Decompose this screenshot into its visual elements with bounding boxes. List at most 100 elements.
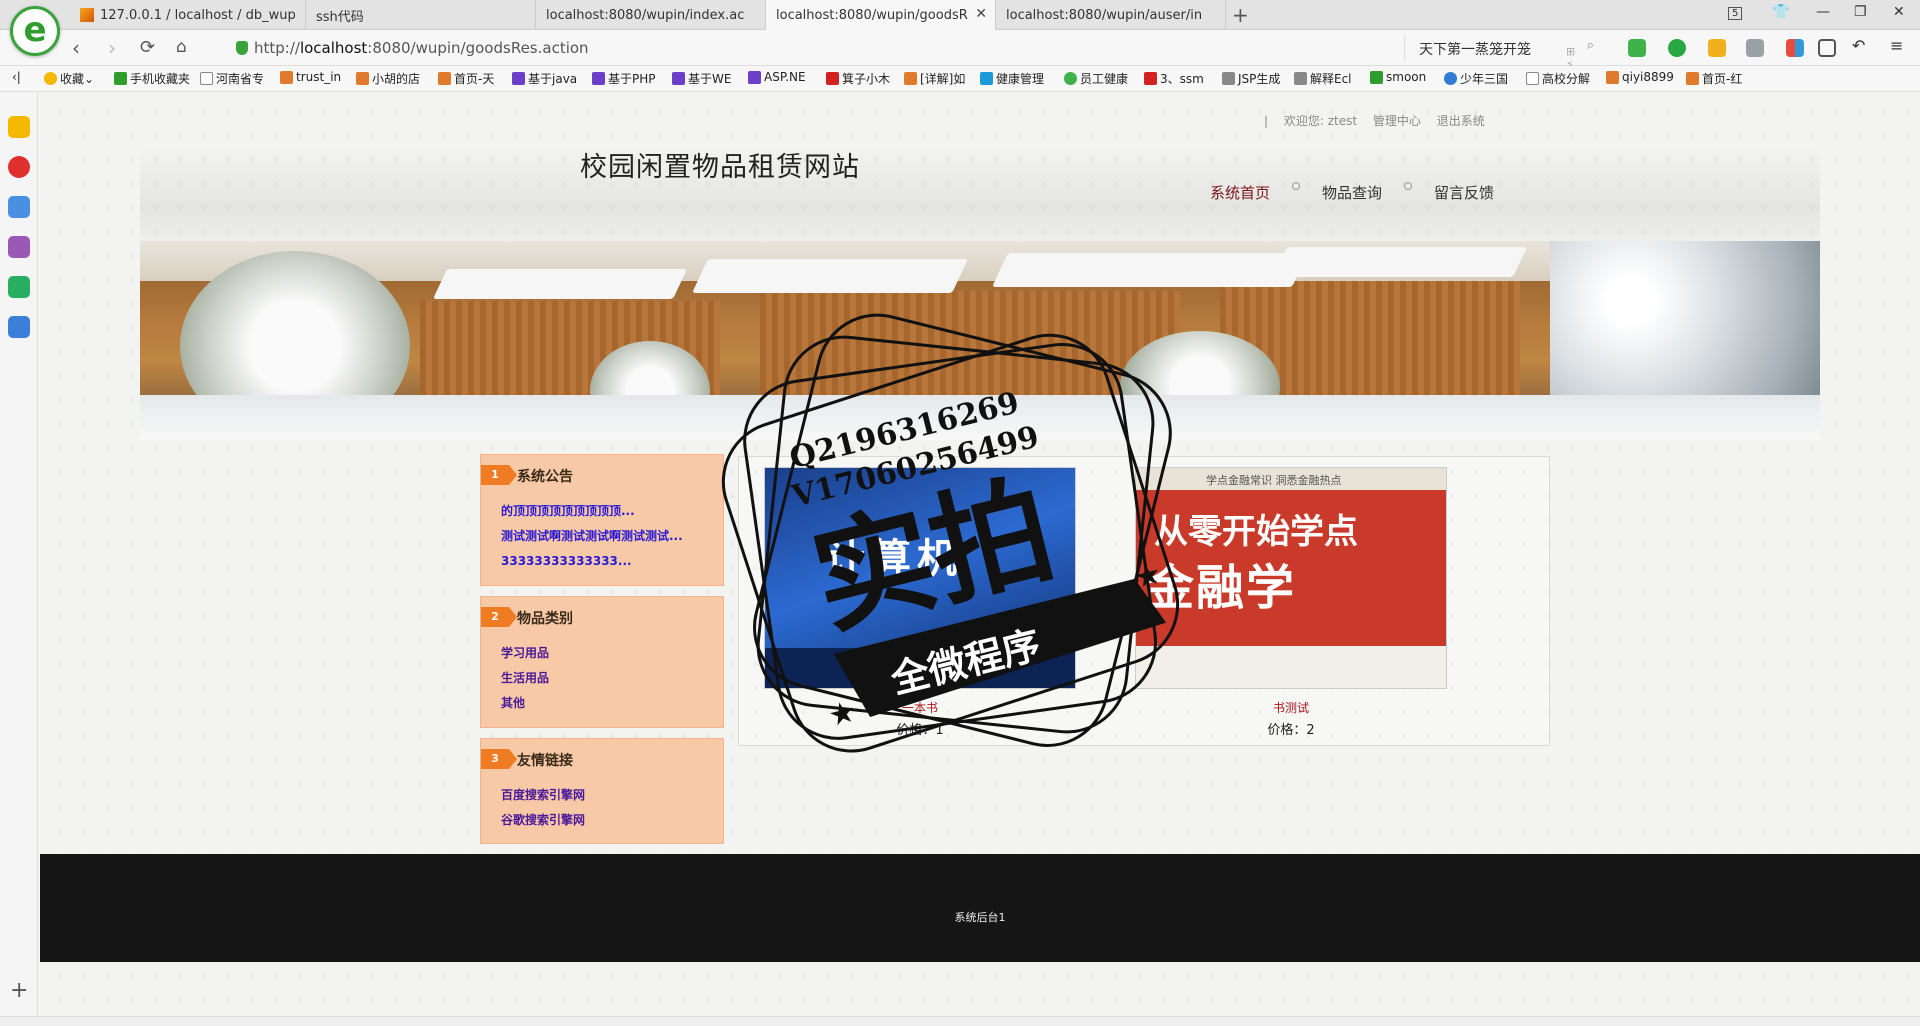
browser-tab[interactable]: 127.0.0.1 / localhost / db_wup (70, 0, 306, 30)
goods-image[interactable]: 计算机 (764, 467, 1076, 689)
bookmark-item[interactable]: 首页-天 (438, 70, 494, 87)
bookmark-item[interactable]: 收藏 ⌄ (44, 70, 94, 87)
web-page: | 欢迎您: ztest 管理中心 退出系统 校园闲置物品租赁网站 系统首页 物… (40, 92, 1920, 1016)
bookmark-item[interactable]: 小胡的店 (356, 70, 420, 87)
section-number-badge: 3 (481, 749, 517, 769)
comic-icon[interactable] (8, 236, 30, 258)
bookmark-item[interactable]: 高校分解 (1526, 70, 1590, 87)
minimize-icon[interactable]: — (1816, 4, 1830, 20)
document-icon[interactable] (8, 316, 30, 338)
nav-goods-search[interactable]: 物品查询 (1322, 182, 1382, 203)
bookmark-item[interactable]: 首页-红 (1686, 70, 1742, 87)
notice-link[interactable]: 33333333333333... (501, 549, 723, 574)
footer-admin-link[interactable]: 系统后台1 (40, 909, 1920, 925)
status-bar (0, 1016, 1920, 1026)
mail-icon[interactable] (8, 196, 30, 218)
browser-tab-active[interactable]: localhost:8080/wupin/goodsR ✕ (766, 0, 996, 30)
shield-icon[interactable] (1708, 39, 1726, 57)
bookmark-item[interactable]: 箕子小木 (826, 70, 890, 87)
goods-price: 价格：2 (1267, 723, 1315, 738)
restore-icon[interactable]: ❐ (1854, 4, 1867, 20)
reader-icon[interactable] (1818, 39, 1836, 57)
goods-name-link[interactable]: 一本书 (764, 699, 1076, 716)
bookmarks-toggle-icon[interactable]: ‹| (12, 70, 21, 84)
bookmark-item[interactable]: 员工健康 (1064, 70, 1128, 87)
bookmark-item[interactable]: trust_in (280, 70, 341, 84)
notice-link[interactable]: 测试测试啊测试测试啊测试测试... (501, 524, 723, 549)
close-window-icon[interactable]: ✕ (1893, 4, 1905, 20)
logout-link[interactable]: 退出系统 (1437, 114, 1485, 128)
bookmark-item[interactable]: 基于PHP (592, 70, 656, 87)
goods-card[interactable]: 学点金融常识 洞悉金融热点 从零开始学点 金融学 书测试 价格：2 (1135, 467, 1447, 738)
forward-icon[interactable]: › (108, 36, 116, 60)
new-tab-icon[interactable]: + (1232, 3, 1249, 27)
site-title: 校园闲置物品租赁网站 (580, 152, 860, 183)
admin-center-link[interactable]: 管理中心 (1373, 114, 1421, 128)
notice-link[interactable]: 的顶顶顶顶顶顶顶顶顶... (501, 499, 723, 524)
bookmark-item[interactable]: 解释Ecl (1294, 70, 1352, 87)
browser-logo-icon[interactable]: e (10, 6, 60, 56)
browser-tab[interactable]: localhost:8080/wupin/auser/in (996, 0, 1226, 30)
category-title: 物品类别 (517, 611, 573, 627)
menu-icon[interactable]: ≡ (1890, 36, 1908, 55)
bookmark-item[interactable]: qiyi8899 (1606, 70, 1674, 84)
friend-links-box: 3 友情链接 百度搜索引擎网 谷歌搜索引擎网 (480, 738, 724, 844)
apps-icon[interactable] (1786, 39, 1804, 57)
goods-image[interactable]: 学点金融常识 洞悉金融热点 从零开始学点 金融学 (1135, 467, 1447, 689)
home-icon[interactable]: ⌂ (176, 37, 187, 57)
video-icon[interactable] (8, 276, 30, 298)
scissors-icon[interactable] (1628, 39, 1646, 57)
search-input[interactable]: 天下第一蒸笼开笼 ⌕ (1404, 35, 1596, 61)
tab-count-badge[interactable]: 5 (1728, 7, 1743, 20)
category-box: 2 物品类别 学习用品 生活用品 其他 (480, 596, 724, 728)
bookmark-item[interactable]: JSP生成 (1222, 70, 1280, 87)
goods-card[interactable]: 计算机 一本书 价格：1 (764, 467, 1076, 738)
welcome-text: 欢迎您: ztest (1283, 114, 1358, 128)
nav-separator (1292, 182, 1301, 190)
secure-shield-icon (236, 41, 248, 55)
goods-price: 价格：1 (896, 723, 944, 738)
back-icon[interactable]: ‹ (72, 36, 80, 60)
favorites-icon[interactable] (8, 116, 30, 138)
goods-name-link[interactable]: 书测试 (1135, 699, 1447, 716)
close-tab-icon[interactable]: ✕ (975, 6, 987, 22)
reload-icon[interactable]: ⟳ (140, 37, 155, 58)
bookmark-item[interactable]: 健康管理 (980, 70, 1044, 87)
bookmark-item[interactable]: 基于WE (672, 70, 731, 87)
bookmark-item[interactable]: smoon (1370, 70, 1426, 84)
user-topbar: | 欢迎您: ztest 管理中心 退出系统 (1264, 114, 1485, 128)
section-number-badge: 2 (481, 607, 517, 627)
category-link[interactable]: 学习用品 (501, 641, 723, 666)
nav-home[interactable]: 系统首页 (1210, 182, 1270, 203)
bookmark-item[interactable]: [详解]如 (904, 70, 965, 87)
browser-tab[interactable]: ssh代码 (306, 0, 536, 30)
phpmyadmin-icon (80, 8, 94, 22)
add-sidebar-icon[interactable]: + (10, 978, 28, 1003)
browser-tabbar: 127.0.0.1 / localhost / db_wup ssh代码 loc… (0, 0, 1920, 30)
weibo-icon[interactable] (8, 156, 30, 178)
friend-link[interactable]: 百度搜索引擎网 (501, 783, 723, 808)
bookmark-item[interactable]: 3、ssm (1144, 70, 1204, 87)
skin-icon[interactable]: 👕 (1772, 4, 1789, 20)
translate-icon[interactable] (1668, 39, 1686, 57)
friend-links-title: 友情链接 (517, 753, 573, 769)
goods-panel: 计算机 一本书 价格：1 学点金融常识 洞悉金融热点 从零开始学点 金融学 书测… (738, 456, 1550, 746)
browser-tab[interactable]: localhost:8080/wupin/index.ac (536, 0, 766, 30)
url-text: http://localhost:8080/wupin/goodsRes.act… (254, 39, 589, 57)
url-input[interactable]: http://localhost:8080/wupin/goodsRes.act… (226, 35, 1575, 84)
bookmark-item[interactable]: ASP.NE (748, 70, 806, 84)
emoji-icon[interactable] (1746, 39, 1764, 57)
search-icon[interactable]: ⌕ (1587, 38, 1594, 53)
bookmark-item[interactable]: 手机收藏夹 (114, 70, 190, 87)
bookmark-item[interactable]: 少年三国 (1444, 70, 1508, 87)
friend-link[interactable]: 谷歌搜索引擎网 (501, 808, 723, 833)
undo-icon[interactable]: ↶ (1852, 36, 1870, 55)
browser-sidebar: + (0, 92, 38, 1026)
nav-feedback[interactable]: 留言反馈 (1434, 182, 1494, 203)
bookmark-item[interactable]: 基于java (512, 70, 577, 87)
category-link[interactable]: 其他 (501, 691, 723, 716)
section-number-badge: 1 (481, 465, 517, 485)
left-column: 1 系统公告 的顶顶顶顶顶顶顶顶顶... 测试测试啊测试测试啊测试测试... 3… (480, 454, 724, 854)
category-link[interactable]: 生活用品 (501, 666, 723, 691)
bookmark-item[interactable]: 河南省专 (200, 70, 264, 87)
